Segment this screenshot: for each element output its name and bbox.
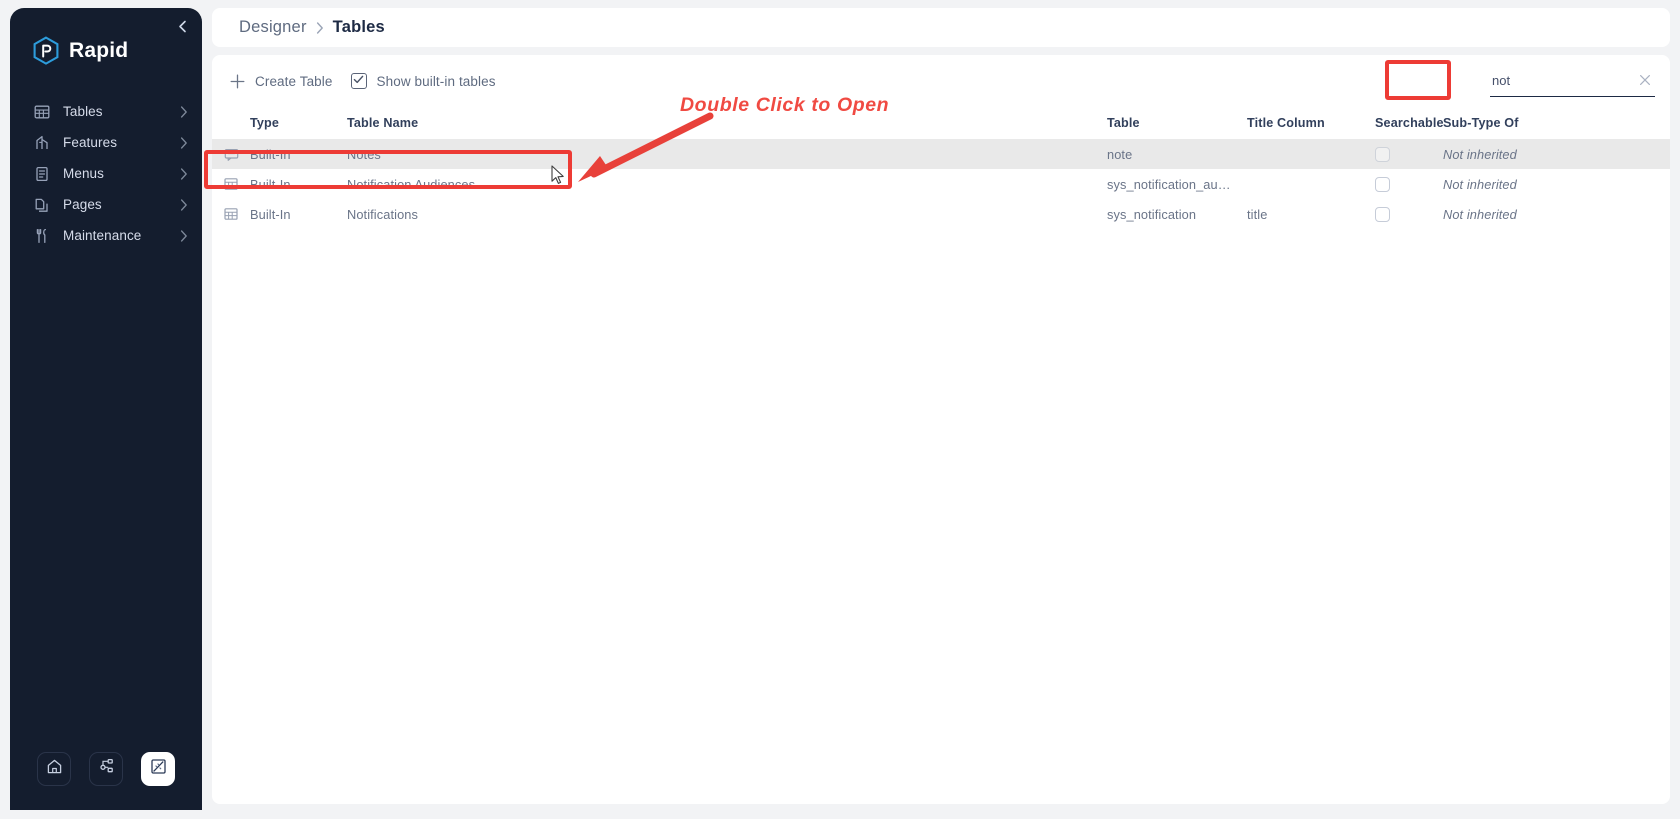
column-header-table-name[interactable]: Table Name [347, 116, 1107, 130]
table-row[interactable]: Built-In Notes note Not inherited [212, 139, 1670, 169]
tools-icon [32, 226, 52, 246]
searchable-checkbox[interactable] [1375, 176, 1390, 192]
column-header-searchable[interactable]: Searchable [1375, 116, 1444, 130]
cell-sub-type-of: Not inherited [1443, 206, 1517, 222]
sidebar-footer [10, 752, 202, 786]
table-grid-icon [32, 102, 52, 122]
breadcrumb-parent[interactable]: Designer [239, 18, 307, 37]
list-document-icon [32, 164, 52, 184]
designer-button[interactable] [141, 752, 175, 786]
cell-searchable [1375, 176, 1443, 192]
chevron-right-icon [180, 198, 188, 211]
cell-table-name: Notifications [347, 206, 419, 222]
workflow-icon [98, 758, 115, 780]
cell-table: note [1107, 146, 1133, 162]
table-grid-icon [224, 207, 250, 221]
cell-title-column: title [1247, 206, 1268, 222]
search-field [1490, 64, 1655, 97]
plus-icon [229, 73, 246, 90]
tables-grid: Type Table Name Table Title Column Searc… [212, 107, 1670, 229]
chevron-right-icon [180, 105, 188, 118]
home-icon [46, 758, 63, 780]
home-button[interactable] [37, 752, 71, 786]
cell-type: Built-In [250, 206, 291, 222]
table-grid-icon [224, 177, 250, 191]
cell-type: Built-In [250, 176, 291, 192]
cell-sub-type-of: Not inherited [1443, 146, 1517, 162]
toolbar: Create Table Show built-in tables [212, 55, 1670, 107]
page-title: Tables [332, 18, 385, 36]
create-table-label: Create Table [255, 73, 333, 89]
column-header-type[interactable]: Type [250, 116, 347, 130]
cell-sub-type-of: Not inherited [1443, 176, 1517, 192]
sidebar-collapse-button[interactable] [172, 16, 192, 36]
sidebar: Rapid Tables Features Menus Pages Mainte… [10, 8, 202, 810]
show-builtin-tables-toggle[interactable]: Show built-in tables [350, 72, 496, 90]
comment-bubble-icon [224, 147, 250, 162]
cell-searchable [1375, 206, 1443, 222]
close-x-icon[interactable] [1637, 72, 1653, 88]
search-input[interactable] [1490, 64, 1655, 97]
sidebar-item-label: Tables [63, 104, 103, 119]
chevron-left-icon [177, 20, 188, 33]
sidebar-item-label: Maintenance [63, 228, 142, 243]
sidebar-item-maintenance[interactable]: Maintenance [10, 220, 202, 251]
app-root: Rapid Tables Features Menus Pages Mainte… [0, 0, 1680, 819]
sidebar-item-tables[interactable]: Tables [10, 96, 202, 127]
sidebar-item-features[interactable]: Features [10, 127, 202, 158]
table-row[interactable]: Built-In Notification Audiences sys_noti… [212, 169, 1670, 199]
cell-table-name: Notes [347, 146, 381, 162]
table-row[interactable]: Built-In Notifications sys_notification … [212, 199, 1670, 229]
workflow-button[interactable] [89, 752, 123, 786]
cell-table: sys_notification [1107, 206, 1197, 222]
cell-table-name: Notification Audiences [347, 176, 476, 192]
show-builtin-label: Show built-in tables [376, 73, 496, 89]
chevron-right-icon [316, 21, 324, 34]
rapid-hex-logo [32, 36, 60, 66]
sidebar-item-pages[interactable]: Pages [10, 189, 202, 220]
cell-type: Built-In [250, 146, 291, 162]
chevron-right-icon [180, 229, 188, 242]
designer-ruler-pencil-icon [150, 758, 167, 780]
breadcrumb: Designer Tables [212, 8, 1670, 47]
sidebar-item-label: Features [63, 135, 118, 150]
column-header-sub-type-of[interactable]: Sub-Type Of [1443, 116, 1583, 130]
tables-grid-header: Type Table Name Table Title Column Searc… [212, 107, 1670, 139]
check-icon [353, 72, 364, 90]
create-table-button[interactable]: Create Table [229, 73, 333, 90]
sidebar-item-menus[interactable]: Menus [10, 158, 202, 189]
main-area: Designer Tables Create Table Show built-… [202, 0, 1680, 819]
sidebar-nav: Tables Features Menus Pages Maintenance [10, 96, 202, 251]
sidebar-item-label: Pages [63, 197, 102, 212]
pages-copy-icon [32, 195, 52, 215]
searchable-checkbox[interactable] [1375, 146, 1390, 162]
column-header-title-column[interactable]: Title Column [1247, 116, 1375, 130]
chevron-right-icon [180, 136, 188, 149]
searchable-checkbox[interactable] [1375, 206, 1390, 222]
chevron-right-icon [180, 167, 188, 180]
column-header-table[interactable]: Table [1107, 116, 1247, 130]
cell-table: sys_notification_au… [1107, 176, 1231, 192]
sidebar-item-label: Menus [63, 166, 105, 181]
cell-searchable [1375, 146, 1443, 162]
tables-panel: Create Table Show built-in tables not Ty… [212, 55, 1670, 804]
crane-icon [32, 133, 52, 153]
show-builtin-checkbox[interactable] [350, 72, 367, 90]
brand-name: Rapid [69, 39, 129, 62]
